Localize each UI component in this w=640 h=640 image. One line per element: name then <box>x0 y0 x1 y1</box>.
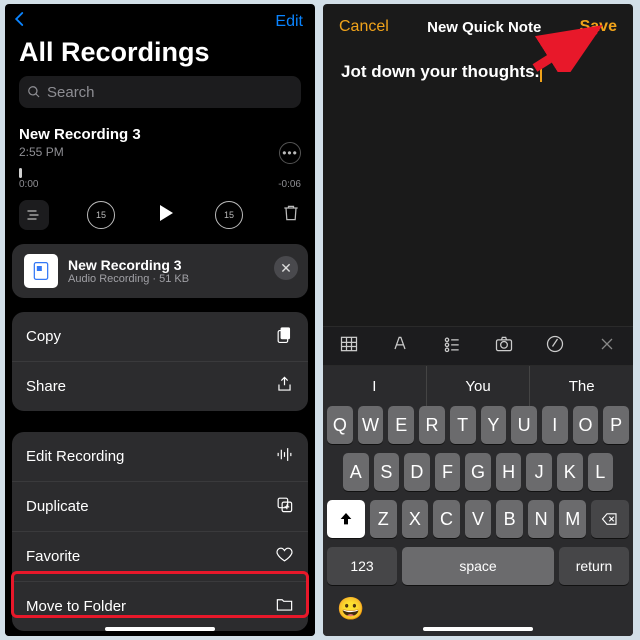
save-button[interactable]: Save <box>580 18 617 36</box>
key-l[interactable]: L <box>588 453 614 491</box>
key-b[interactable]: B <box>496 500 523 538</box>
back-icon[interactable] <box>11 10 29 33</box>
action-edit-recording[interactable]: Edit Recording <box>12 432 308 481</box>
key-s[interactable]: S <box>374 453 400 491</box>
suggestion[interactable]: You <box>426 366 530 406</box>
key-row-2: ASDFGHJKL <box>323 453 633 491</box>
voice-memos-screen: Edit All Recordings Search New Recording… <box>5 4 315 636</box>
time-remaining: -0:06 <box>278 179 301 190</box>
key-f[interactable]: F <box>435 453 461 491</box>
key-d[interactable]: D <box>404 453 430 491</box>
key-t[interactable]: T <box>450 406 476 444</box>
key-q[interactable]: Q <box>327 406 353 444</box>
share-icon <box>275 375 294 398</box>
table-icon[interactable] <box>339 334 359 359</box>
action-move-to-folder[interactable]: Move to Folder <box>12 581 308 631</box>
camera-icon[interactable] <box>494 334 514 359</box>
suggestion[interactable]: I <box>323 366 426 406</box>
folder-icon <box>275 595 294 618</box>
close-icon[interactable]: ✕ <box>274 256 298 280</box>
key-n[interactable]: N <box>528 500 555 538</box>
emoji-key[interactable]: 😀 <box>337 596 364 622</box>
key-c[interactable]: C <box>433 500 460 538</box>
forward-15-icon[interactable]: 15 <box>215 201 243 229</box>
key-w[interactable]: W <box>358 406 384 444</box>
key-z[interactable]: Z <box>370 500 397 538</box>
suggestion-bar: I You The <box>323 366 633 406</box>
shift-key[interactable] <box>327 500 365 538</box>
keyboard: I You The QWERTYUIOP ASDFGHJKL ZXCVBNM 1… <box>323 366 633 636</box>
key-o[interactable]: O <box>573 406 599 444</box>
delete-key[interactable] <box>591 500 629 538</box>
key-a[interactable]: A <box>343 453 369 491</box>
copy-icon <box>275 325 294 348</box>
symbols-key[interactable]: 123 <box>327 547 397 585</box>
duplicate-icon <box>275 495 294 518</box>
key-e[interactable]: E <box>388 406 414 444</box>
action-favorite[interactable]: Favorite <box>12 531 308 581</box>
note-toolbar <box>323 326 633 366</box>
home-indicator <box>423 627 533 631</box>
suggestion[interactable]: The <box>529 366 633 406</box>
action-sheet: Copy Share <box>12 312 308 411</box>
audio-file-icon <box>24 254 58 288</box>
play-icon[interactable] <box>153 201 177 230</box>
trash-icon[interactable] <box>281 203 301 228</box>
recording-name: New Recording 3 <box>19 126 301 143</box>
options-icon[interactable] <box>19 200 49 230</box>
text-cursor <box>540 64 542 82</box>
share-file-title: New Recording 3 <box>68 257 189 273</box>
search-input[interactable]: Search <box>19 76 301 108</box>
key-g[interactable]: G <box>465 453 491 491</box>
share-file-subtitle: Audio Recording · 51 KB <box>68 273 189 285</box>
page-title: All Recordings <box>5 33 315 76</box>
edit-button[interactable]: Edit <box>275 13 303 31</box>
recording-item[interactable]: New Recording 3 2:55 PM <box>5 118 315 159</box>
key-h[interactable]: H <box>496 453 522 491</box>
return-key[interactable]: return <box>559 547 629 585</box>
cancel-button[interactable]: Cancel <box>339 18 389 36</box>
key-row-1: QWERTYUIOP <box>323 406 633 444</box>
space-key[interactable]: space <box>402 547 554 585</box>
action-duplicate[interactable]: Duplicate <box>12 481 308 531</box>
key-x[interactable]: X <box>402 500 429 538</box>
action-copy[interactable]: Copy <box>12 312 308 361</box>
scrubber[interactable] <box>19 171 301 175</box>
action-share[interactable]: Share <box>12 361 308 411</box>
key-v[interactable]: V <box>465 500 492 538</box>
note-body[interactable]: Jot down your thoughts. <box>323 50 633 94</box>
home-indicator <box>105 627 215 631</box>
search-placeholder: Search <box>47 84 95 101</box>
close-toolbar-icon[interactable] <box>597 334 617 359</box>
more-icon[interactable]: ••• <box>279 142 301 164</box>
rewind-15-icon[interactable]: 15 <box>87 201 115 229</box>
markup-icon[interactable] <box>545 334 565 359</box>
recording-time: 2:55 PM <box>19 145 301 159</box>
key-r[interactable]: R <box>419 406 445 444</box>
key-m[interactable]: M <box>559 500 586 538</box>
key-k[interactable]: K <box>557 453 583 491</box>
key-u[interactable]: U <box>511 406 537 444</box>
note-title: New Quick Note <box>427 19 541 36</box>
key-row-3: ZXCVBNM <box>323 500 633 538</box>
heart-icon <box>275 545 294 568</box>
format-icon[interactable] <box>390 334 410 359</box>
key-y[interactable]: Y <box>481 406 507 444</box>
time-elapsed: 0:00 <box>19 179 38 190</box>
checklist-icon[interactable] <box>442 334 462 359</box>
key-i[interactable]: I <box>542 406 568 444</box>
waveform-icon <box>275 445 294 468</box>
key-p[interactable]: P <box>603 406 629 444</box>
share-preview-card: New Recording 3 Audio Recording · 51 KB … <box>12 244 308 298</box>
quick-note-screen: Cancel New Quick Note Save Jot down your… <box>323 4 633 636</box>
key-j[interactable]: J <box>526 453 552 491</box>
